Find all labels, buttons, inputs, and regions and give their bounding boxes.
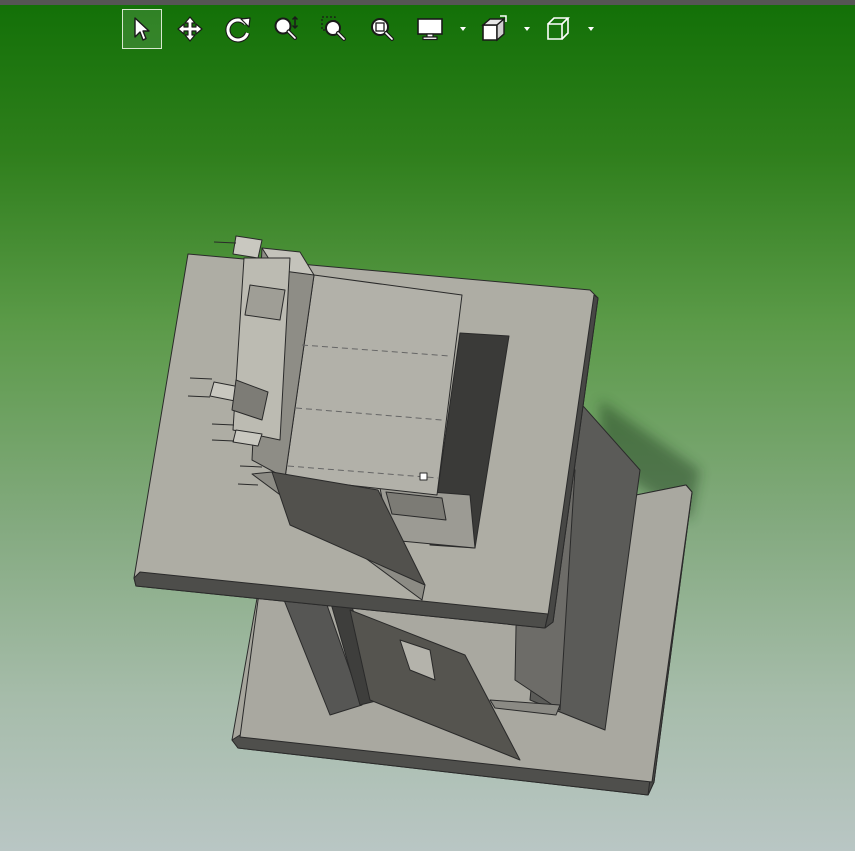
graphics-viewport[interactable] [0,0,855,851]
cad-model[interactable] [0,0,855,851]
